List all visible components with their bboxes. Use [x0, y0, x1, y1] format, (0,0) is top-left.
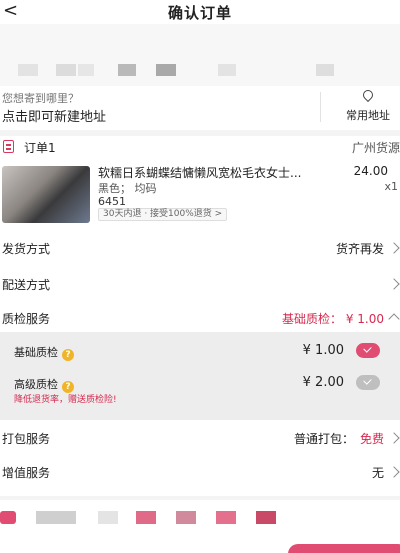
- chevron-up-icon: [388, 313, 400, 325]
- blur-block: [56, 64, 76, 76]
- help-icon[interactable]: ?: [62, 349, 74, 361]
- qc-service-label: 质检服务: [2, 312, 51, 326]
- qc-advanced-checkbox[interactable]: [356, 375, 380, 390]
- value-added-row[interactable]: 增值服务 无: [0, 464, 400, 482]
- blur-block: [98, 511, 118, 524]
- order-card: 订单1 广州货源 软糯日系蝴蝶结慵懒风宽松毛衣女士... 24.00 黑色； 均…: [0, 136, 400, 496]
- shipping-method-row[interactable]: 发货方式 货齐再发: [0, 240, 400, 258]
- blur-block: [176, 511, 196, 524]
- value-added-value: 无: [371, 466, 384, 480]
- delivery-method-row[interactable]: 配送方式: [0, 276, 400, 294]
- common-address-button[interactable]: 常用地址: [336, 87, 400, 123]
- qc-options-panel: 基础质检? ¥ 1.00 高级质检? ¥ 2.00 降低退货率，赠送质检险!: [0, 332, 400, 420]
- return-policy-badge[interactable]: 30天内退 · 接受100%退货 >: [98, 208, 228, 221]
- bottom-bar: [0, 500, 400, 553]
- blur-block: [136, 511, 156, 524]
- product-thumbnail[interactable]: [2, 166, 90, 223]
- packing-free-badge: 免费: [359, 432, 384, 446]
- blur-block: [0, 511, 16, 524]
- qc-option-advanced[interactable]: 高级质检?: [14, 376, 74, 393]
- packing-service-value: 普通打包： 免费: [294, 430, 384, 447]
- header: < 确认订单: [0, 0, 400, 24]
- product-quantity: x1: [384, 180, 398, 193]
- product-spec: 黑色； 均码: [98, 182, 157, 195]
- address-hint: 您想寄到哪里？: [2, 92, 79, 105]
- common-address-label: 常用地址: [346, 109, 390, 122]
- warehouse-label: 广州货源: [351, 141, 400, 155]
- chevron-right-icon: [388, 466, 400, 478]
- order-label: 订单1: [24, 141, 56, 155]
- blur-block: [118, 64, 136, 76]
- order-header: 订单1 广州货源: [0, 136, 400, 158]
- address-section[interactable]: 您想寄到哪里？ 点击即可新建地址 常用地址: [0, 86, 400, 130]
- delivery-method-label: 配送方式: [2, 278, 51, 292]
- chevron-right-icon: [388, 278, 400, 290]
- packing-type: 普通打包：: [293, 432, 354, 446]
- qc-option-basic[interactable]: 基础质检?: [14, 344, 74, 361]
- chevron-right-icon: [388, 242, 400, 254]
- blur-block: [218, 64, 236, 76]
- qc-option-price: ¥ 1.00: [302, 343, 344, 358]
- blur-block: [216, 511, 236, 524]
- qc-service-row[interactable]: 质检服务 基础质检： ¥ 1.00: [0, 310, 400, 328]
- blurred-banner: [0, 24, 400, 86]
- blur-block: [36, 511, 76, 524]
- shipping-method-value: 货齐再发: [335, 242, 384, 256]
- order-list-icon: [3, 140, 14, 153]
- packing-service-row[interactable]: 打包服务 普通打包： 免费: [0, 430, 400, 448]
- blur-block: [316, 64, 334, 76]
- blur-block: [78, 64, 94, 76]
- new-address-link[interactable]: 点击即可新建地址: [2, 106, 106, 125]
- divider: [320, 92, 321, 122]
- blur-block: [256, 511, 276, 524]
- submit-order-button[interactable]: [288, 544, 400, 553]
- shipping-method-label: 发货方式: [2, 242, 51, 256]
- blur-block: [156, 64, 176, 76]
- product-code: 6451: [98, 195, 126, 208]
- product-name[interactable]: 软糯日系蝴蝶结慵懒风宽松毛衣女士...: [98, 164, 332, 181]
- location-pin-icon: [360, 87, 376, 103]
- qc-service-value: 基础质检： ¥ 1.00: [282, 312, 384, 326]
- page-title: 确认订单: [167, 4, 232, 22]
- chevron-right-icon: [388, 432, 400, 444]
- qc-option-price: ¥ 2.00: [302, 375, 344, 390]
- packing-service-label: 打包服务: [2, 432, 51, 446]
- qc-promo-note: 降低退货率，赠送质检险!: [14, 395, 117, 405]
- qc-option-label: 高级质检: [14, 378, 58, 391]
- value-added-label: 增值服务: [2, 466, 51, 480]
- product-price: 24.00: [353, 164, 388, 178]
- blur-block: [18, 64, 38, 76]
- qc-option-label: 基础质检: [14, 346, 58, 359]
- qc-basic-checkbox[interactable]: [356, 343, 380, 358]
